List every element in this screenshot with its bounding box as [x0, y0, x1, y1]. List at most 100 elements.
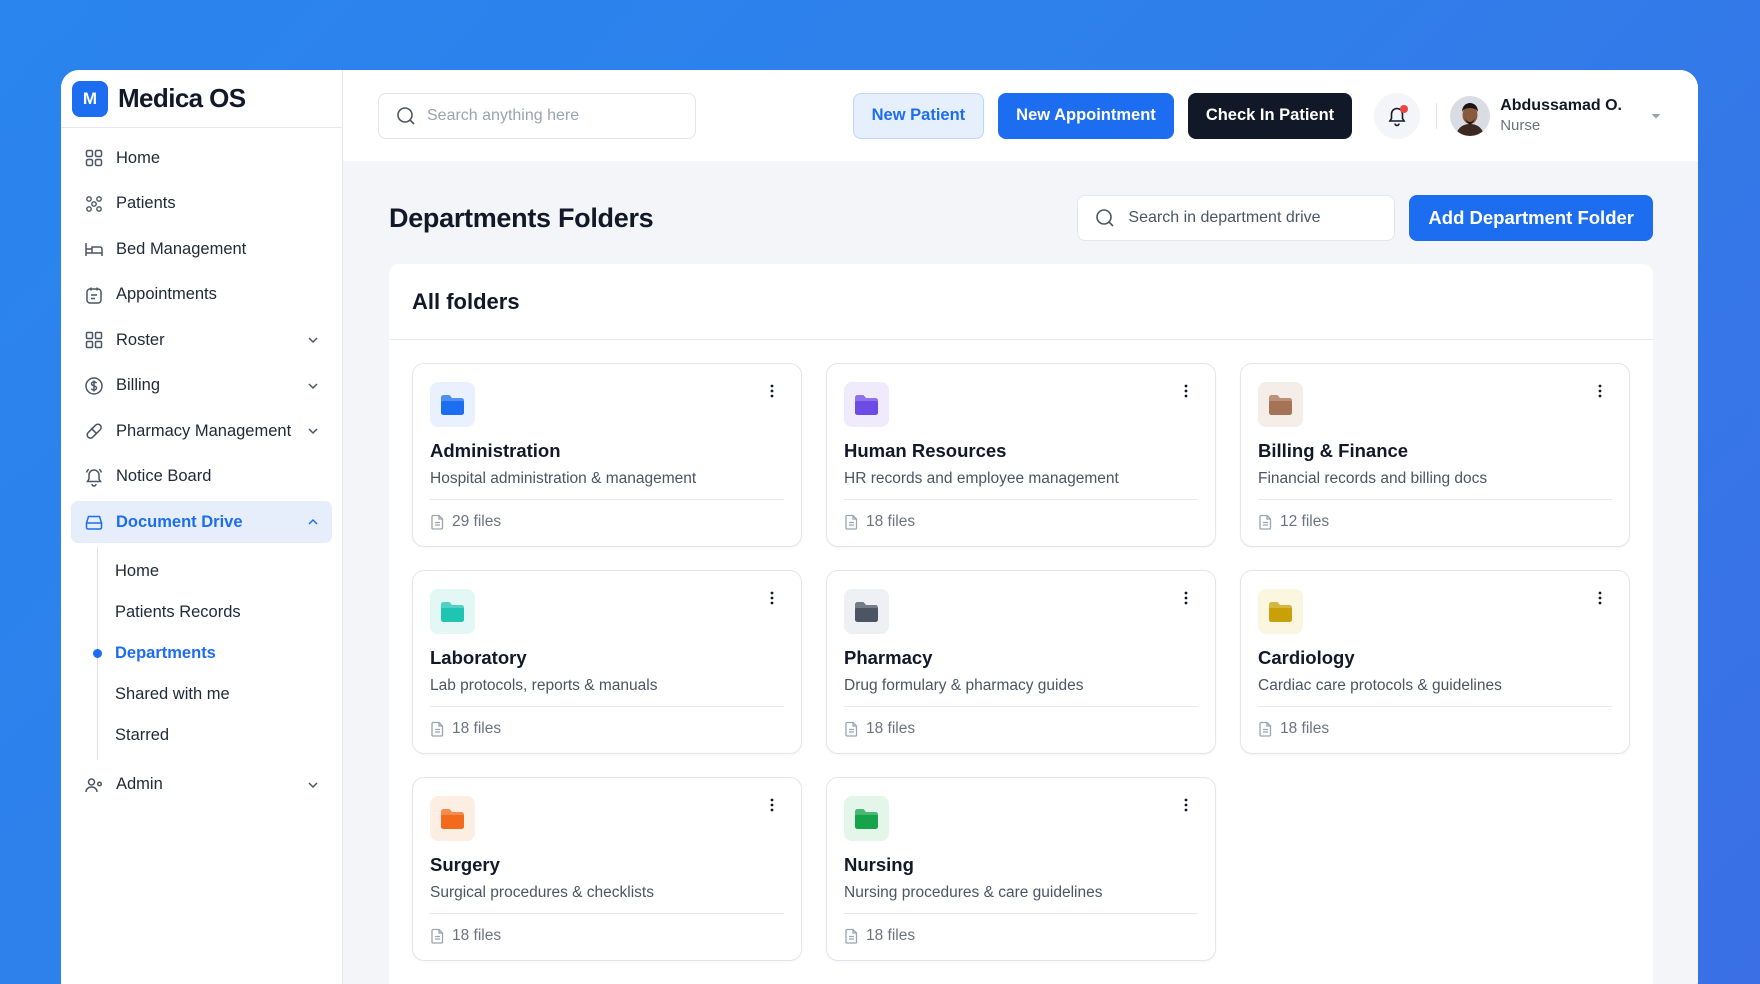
- brand-name: Medica OS: [118, 83, 246, 113]
- divider: [844, 706, 1198, 707]
- department-search-input[interactable]: [1128, 209, 1379, 227]
- notifications-button[interactable]: [1374, 92, 1421, 139]
- bed-icon: [83, 238, 105, 260]
- brand-logo[interactable]: M: [72, 80, 108, 117]
- more-options-button[interactable]: [1177, 382, 1195, 400]
- subnav-item-departments[interactable]: Departments: [93, 633, 332, 674]
- folder-badge: [430, 589, 475, 634]
- caret-down-icon: [1651, 113, 1661, 118]
- folder-icon: [855, 808, 878, 829]
- folder-description: HR records and employee management: [844, 470, 1119, 487]
- folder-card-laboratory[interactable]: Laboratory Lab protocols, reports & manu…: [412, 570, 802, 754]
- divider: [1436, 102, 1438, 129]
- folder-card-human-resources[interactable]: Human Resources HR records and employee …: [826, 363, 1216, 547]
- folder-name: Administration: [430, 440, 561, 461]
- header-actions: Add Department Folder: [1077, 195, 1653, 241]
- sidebar-item-label: Appointments: [116, 285, 217, 303]
- folder-description: Nursing procedures & care guidelines: [844, 884, 1103, 901]
- new-patient-button[interactable]: New Patient: [852, 92, 985, 139]
- more-options-button[interactable]: [1177, 796, 1195, 814]
- file-icon: [431, 514, 444, 530]
- folder-name: Cardiology: [1258, 647, 1355, 668]
- sidebar-item-billing[interactable]: Billing: [71, 365, 332, 407]
- folder-description: Hospital administration & management: [430, 470, 697, 487]
- search-input[interactable]: [427, 106, 667, 125]
- folder-card-cardiology[interactable]: Cardiology Cardiac care protocols & guid…: [1240, 570, 1630, 754]
- user-menu[interactable]: Abdussamad O. Nurse: [1450, 95, 1662, 136]
- file-count-text: 18 files: [452, 720, 502, 737]
- sidebar-item-bed-management[interactable]: Bed Management: [71, 228, 332, 270]
- check-in-patient-button[interactable]: Check In Patient: [1187, 92, 1353, 139]
- folder-badge: [844, 589, 889, 634]
- folder-card-pharmacy[interactable]: Pharmacy Drug formulary & pharmacy guide…: [826, 570, 1216, 754]
- sidebar-item-patients[interactable]: Patients: [71, 183, 332, 225]
- user-name: Abdussamad O.: [1500, 97, 1622, 114]
- subnav-item-patients-records[interactable]: Patients Records: [98, 592, 332, 633]
- sidebar-item-roster[interactable]: Roster: [71, 319, 332, 361]
- global-search[interactable]: [378, 92, 696, 139]
- calendar-icon: [83, 284, 105, 306]
- folder-file-count: 18 files: [844, 513, 1198, 531]
- folder-card-administration[interactable]: Administration Hospital administration &…: [412, 363, 802, 547]
- sidebar-item-label: Notice Board: [116, 467, 212, 485]
- department-search[interactable]: [1077, 195, 1396, 241]
- more-options-button[interactable]: [763, 382, 781, 400]
- sidebar-item-appointments[interactable]: Appointments: [71, 274, 332, 316]
- folder-card-surgery[interactable]: Surgery Surgical procedures & checklists…: [412, 777, 802, 961]
- file-count-text: 18 files: [866, 513, 916, 530]
- sidebar-item-document-drive[interactable]: Document Drive: [71, 501, 332, 543]
- sidebar-item-label: Admin: [116, 775, 163, 793]
- divider: [430, 913, 784, 914]
- sidebar-item-notice-board[interactable]: Notice Board: [71, 456, 332, 498]
- divider: [430, 706, 784, 707]
- folder-name: Pharmacy: [844, 647, 933, 668]
- folder-name: Nursing: [844, 854, 914, 875]
- chevron-down-icon: [308, 337, 318, 344]
- file-count-text: 29 files: [452, 513, 502, 530]
- divider: [430, 499, 784, 500]
- file-count-text: 18 files: [1280, 720, 1330, 737]
- sidebar-item-label: Document Drive: [116, 512, 243, 531]
- kebab-icon: [1184, 384, 1188, 398]
- new-appointment-button[interactable]: New Appointment: [998, 92, 1174, 139]
- more-options-button[interactable]: [1591, 382, 1609, 400]
- divider: [844, 499, 1198, 500]
- notification-dot: [1400, 104, 1409, 113]
- sidebar-item-label: Roster: [116, 330, 165, 349]
- subnav-item-starred[interactable]: Starred: [98, 715, 332, 756]
- folder-card-billing-finance[interactable]: Billing & Finance Financial records and …: [1240, 363, 1630, 547]
- sidebar-item-admin[interactable]: Admin: [71, 764, 332, 806]
- chevron-down-icon: [308, 781, 318, 788]
- divider: [844, 913, 1198, 914]
- sidebar-item-pharmacy-management[interactable]: Pharmacy Management: [71, 410, 332, 452]
- add-department-folder-button[interactable]: Add Department Folder: [1409, 195, 1653, 241]
- sidebar-item-home[interactable]: Home: [71, 137, 332, 179]
- more-options-button[interactable]: [763, 589, 781, 607]
- subnav-item-shared-with-me[interactable]: Shared with me: [98, 674, 332, 715]
- folder-icon: [855, 601, 878, 622]
- page-title: Departments Folders: [389, 202, 654, 233]
- kebab-icon: [1598, 384, 1602, 398]
- folder-icon: [855, 394, 878, 415]
- sidebar-item-label: Pharmacy Management: [116, 421, 292, 440]
- folder-card-nursing[interactable]: Nursing Nursing procedures & care guidel…: [826, 777, 1216, 961]
- kebab-icon: [1184, 591, 1188, 605]
- folder-file-count: 18 files: [430, 720, 784, 738]
- more-options-button[interactable]: [763, 796, 781, 814]
- document-drive-subnav: Home Patients Records Departments Shared…: [93, 546, 332, 760]
- folder-badge: [1258, 382, 1303, 427]
- folder-name: Human Resources: [844, 440, 1007, 461]
- folder-description: Surgical procedures & checklists: [430, 884, 654, 901]
- more-options-button[interactable]: [1591, 589, 1609, 607]
- subnav-item-home[interactable]: Home: [98, 551, 332, 592]
- more-options-button[interactable]: [1177, 589, 1195, 607]
- drive-icon: [83, 511, 105, 533]
- kebab-icon: [770, 591, 774, 605]
- sidebar-item-label: Patients: [116, 194, 176, 212]
- roster-grid-icon: [83, 329, 105, 351]
- folder-badge: [844, 382, 889, 427]
- divider: [1258, 499, 1612, 500]
- main-area: New Patient New Appointment Check In Pat…: [343, 70, 1698, 984]
- user-role: Nurse: [1500, 117, 1541, 134]
- brand: M Medica OS: [61, 70, 342, 128]
